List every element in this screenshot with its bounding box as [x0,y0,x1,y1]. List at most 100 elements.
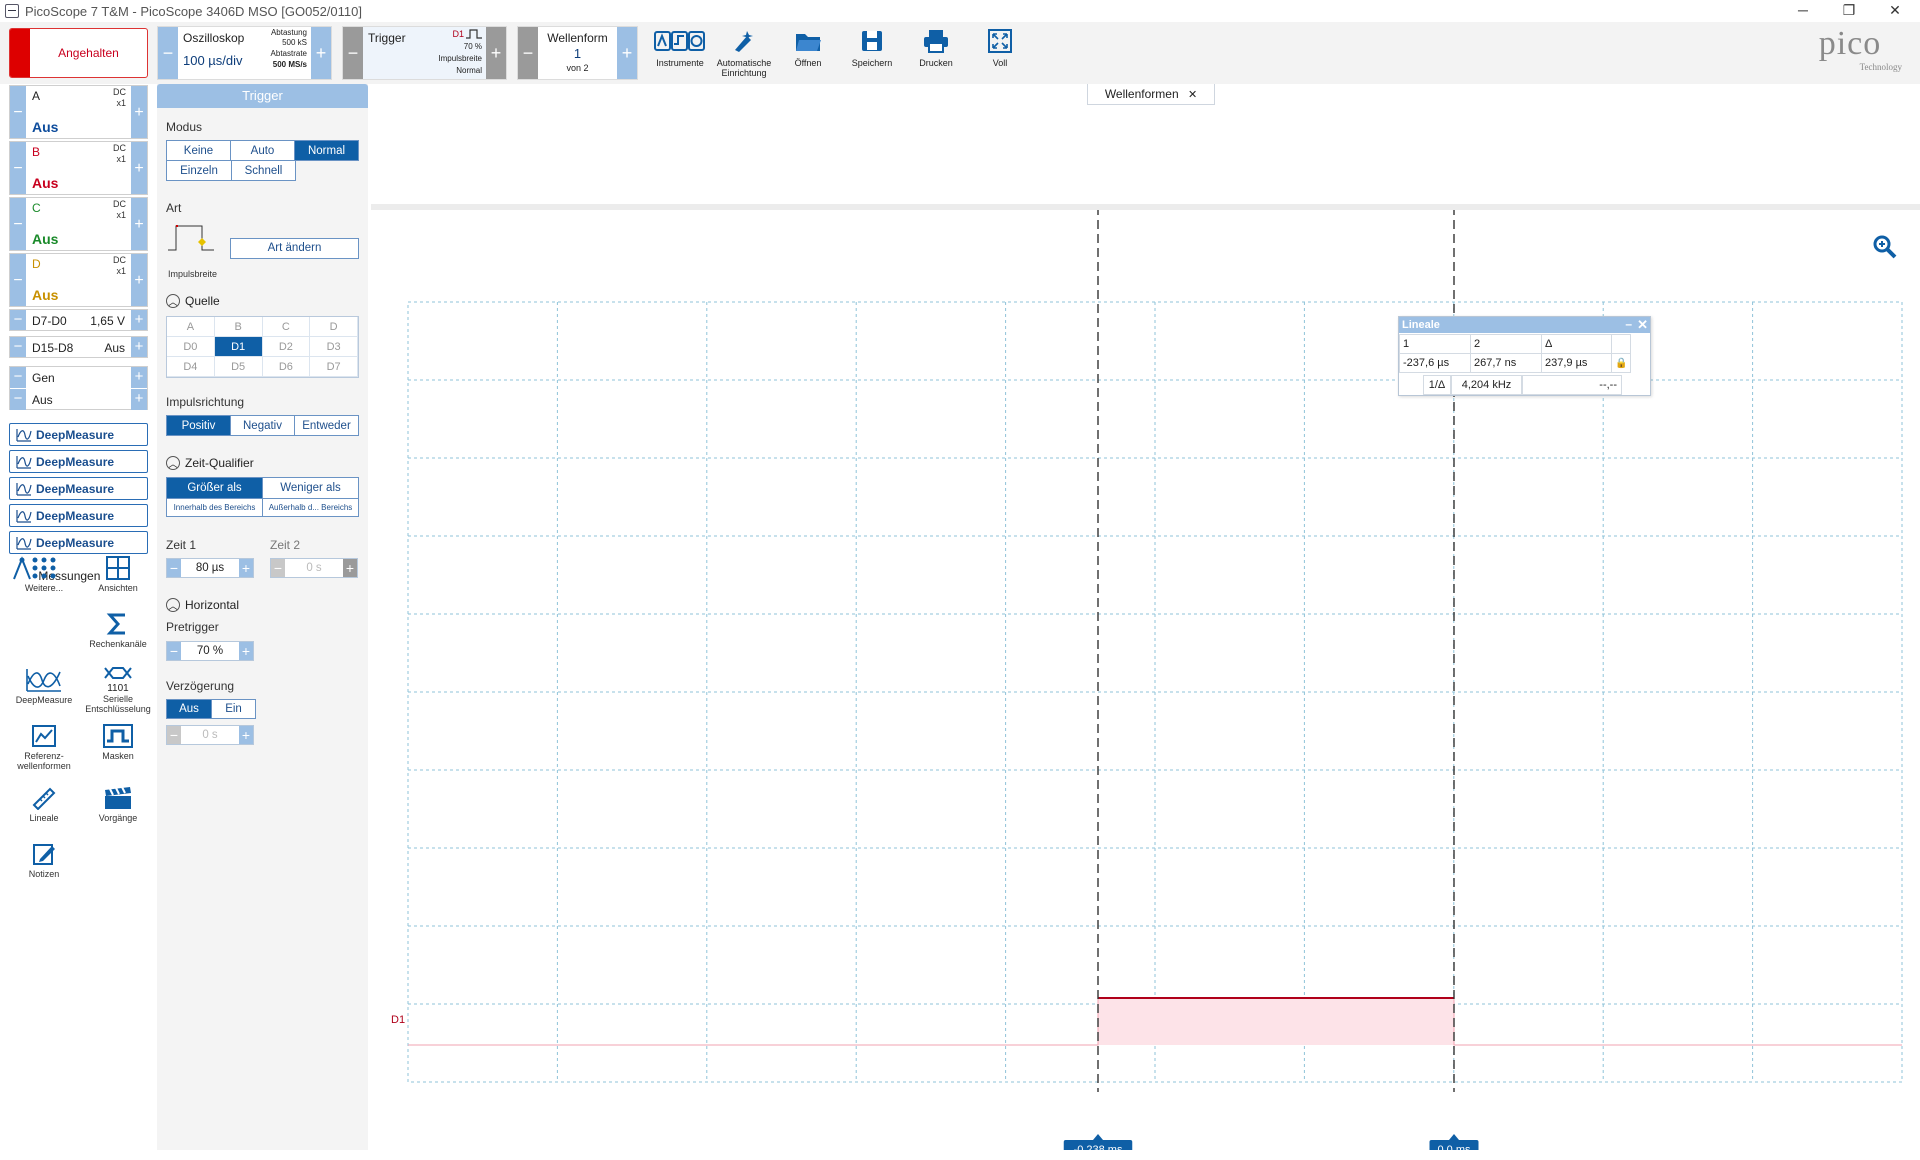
trigger-summary[interactable]: Trigger D1 70 % Impulsbreite Normal [363,27,486,79]
digital-d7-d0[interactable]: − D7-D0 1,65 V + [9,309,148,331]
more-button[interactable]: Weitere... [9,556,79,593]
channel-b[interactable]: − B DC x1 Aus + [9,141,148,195]
save-button[interactable]: Speichern [841,28,903,68]
waveform-next-button[interactable]: + [617,27,637,79]
trigger-minus-button[interactable]: − [343,27,363,79]
delay-on[interactable]: Ein [212,700,255,718]
rulers-window[interactable]: Lineale – ✕ 1 2 Δ -237,6 µs 267,7 ns 237… [1398,316,1651,396]
time1-plus[interactable]: + [239,559,253,577]
run-stop-button[interactable]: Angehalten [9,28,148,78]
print-button[interactable]: Drucken [905,28,967,68]
pretrigger-plus[interactable]: + [239,642,253,660]
deepmeasure-button-2[interactable]: DeepMeasure [9,450,148,473]
qualifier-outside[interactable]: Außerhalb d... Bereichs [263,499,358,516]
channel-b-plus[interactable]: + [131,142,147,194]
math-channels-button[interactable]: Rechenkanäle [83,612,153,649]
timebase-value[interactable]: 100 µs/div [183,53,243,68]
pretrigger-minus[interactable]: − [167,642,181,660]
digital-d15-d8-minus[interactable]: − [10,337,26,357]
lock-icon[interactable]: 🔒 [1610,353,1632,373]
generator-value-plus[interactable]: + [131,389,147,410]
source-section-toggle[interactable]: ︿ Quelle [166,294,220,308]
tab-waveforms[interactable]: Wellenformen ✕ [1087,84,1215,105]
zoom-icon[interactable] [1872,234,1898,260]
trigger-plus-button[interactable]: + [486,27,506,79]
close-tab-icon[interactable]: ✕ [1188,89,1197,101]
close-icon[interactable]: ✕ [1637,317,1648,333]
auto-setup-button[interactable]: Automatische Einrichtung [713,28,775,78]
generator-control[interactable]: − − Gen Aus + + [9,366,148,410]
qualifier-greater[interactable]: Größer als [167,478,263,498]
source-c[interactable]: C [262,317,311,337]
deepmeasure-button-4[interactable]: DeepMeasure [9,504,148,527]
source-d[interactable]: D [310,317,358,337]
digital-d15-d8[interactable]: − D15-D8 Aus + [9,336,148,358]
pretrigger-value[interactable]: 70 % [181,642,239,660]
digital-d7-d0-minus[interactable]: − [10,310,26,330]
source-b[interactable]: B [214,317,263,337]
source-d1[interactable]: D1 [214,337,263,357]
waveform-plot[interactable]: D1-0,7 ms-0,6-0,5-0,4-0,3-0,2-0,10,10,20… [371,210,1920,1160]
digital-d7-d0-plus[interactable]: + [131,310,147,330]
mode-rapid[interactable]: Schnell [232,161,295,180]
channel-c-plus[interactable]: + [131,198,147,250]
source-d2[interactable]: D2 [262,337,311,357]
generator-plus[interactable]: + [131,367,147,388]
deepmeasure-button-5[interactable]: DeepMeasure [9,531,148,554]
waveform-prev-button[interactable]: − [518,27,538,79]
channel-d[interactable]: − D DC x1 Aus + [9,253,148,307]
serial-decode-button[interactable]: 1101 Serielle Entschlüsselung [83,666,153,714]
source-d4[interactable]: D4 [167,357,215,377]
source-d6[interactable]: D6 [262,357,311,377]
channel-a[interactable]: − A DC x1 Aus + [9,85,148,139]
channel-d-minus[interactable]: − [10,254,26,306]
source-d7[interactable]: D7 [310,357,358,377]
deepmeasure-button-1[interactable]: DeepMeasure [9,423,148,446]
deepmeasure-tool-button[interactable]: DeepMeasure [9,668,79,705]
direction-positive[interactable]: Positiv [167,416,231,435]
direction-negative[interactable]: Negativ [231,416,295,435]
source-d3[interactable]: D3 [310,337,358,357]
source-d0[interactable]: D0 [167,337,215,357]
time2-plus[interactable]: + [343,559,357,577]
actions-button[interactable]: Vorgänge [83,786,153,823]
notes-button[interactable]: Notizen [9,842,79,879]
timebase-minus-button[interactable]: − [158,27,178,79]
channel-a-minus[interactable]: − [10,86,26,138]
fullscreen-button[interactable]: Voll [969,28,1031,68]
open-button[interactable]: Öffnen [777,28,839,68]
masks-button[interactable]: Masken [83,724,153,761]
direction-either[interactable]: Entweder [295,416,358,435]
channel-c[interactable]: − C DC x1 Aus + [9,197,148,251]
channel-d-plus[interactable]: + [131,254,147,306]
mode-none[interactable]: Keine [167,141,231,160]
rulers-button[interactable]: Lineale [9,786,79,823]
sampling-value[interactable]: 500 kS [282,38,307,47]
time1-minus[interactable]: − [167,559,181,577]
channel-a-plus[interactable]: + [131,86,147,138]
maximize-button[interactable]: ❐ [1826,0,1872,22]
generator-value-minus[interactable]: − [10,389,26,410]
close-window-button[interactable]: ✕ [1872,0,1918,22]
source-d5[interactable]: D5 [214,357,263,377]
deepmeasure-button-3[interactable]: DeepMeasure [9,477,148,500]
timebase-plus-button[interactable]: + [311,27,331,79]
channel-c-minus[interactable]: − [10,198,26,250]
minimize-button[interactable]: ─ [1780,0,1826,22]
generator-minus[interactable]: − [10,367,26,388]
views-button[interactable]: Ansichten [83,556,153,593]
channel-b-minus[interactable]: − [10,142,26,194]
mode-normal[interactable]: Normal [295,141,358,160]
mode-single[interactable]: Einzeln [167,161,232,180]
time1-value[interactable]: 80 µs [181,559,239,577]
delay-off[interactable]: Aus [167,700,212,718]
reference-waveforms-button[interactable]: Referenz-wellenformen [9,724,79,771]
source-a[interactable]: A [167,317,215,337]
change-type-button[interactable]: Art ändern [230,238,359,259]
mode-auto[interactable]: Auto [231,141,295,160]
instruments-button[interactable]: Instrumente [649,28,711,68]
qualifier-less[interactable]: Weniger als [263,478,358,498]
minimize-icon[interactable]: – [1625,316,1632,332]
qualifier-section-toggle[interactable]: ︿ Zeit-Qualifier [166,456,254,470]
digital-d15-d8-plus[interactable]: + [131,337,147,357]
